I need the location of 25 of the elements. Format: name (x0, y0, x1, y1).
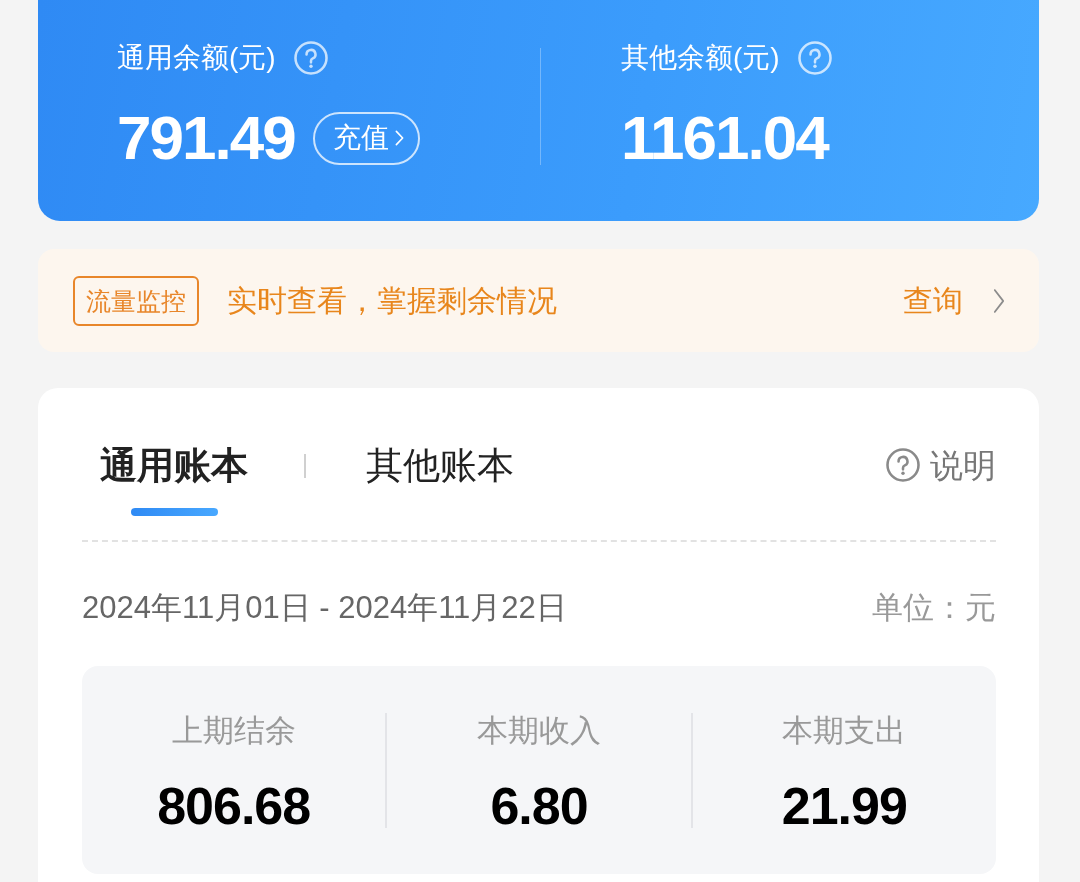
question-circle-icon (886, 448, 920, 482)
query-link[interactable]: 查询 (903, 278, 963, 323)
recharge-button[interactable]: 充值 (312, 111, 420, 165)
monitor-banner[interactable]: 流量监控 实时查看，掌握剩余情况 查询 (38, 249, 1039, 352)
help-link[interactable]: 说明 (886, 444, 996, 488)
stat-value: 21.99 (780, 777, 908, 835)
banner-message: 实时查看，掌握剩余情况 (227, 283, 557, 319)
question-circle-icon[interactable] (293, 41, 328, 75)
question-circle-icon[interactable] (797, 41, 832, 75)
stat-label: 本期支出 (781, 712, 908, 750)
stat-value: 6.80 (489, 777, 589, 835)
balance-label: 通用余额(元) (117, 41, 276, 75)
ledger-tab[interactable]: 其他账本 (348, 444, 532, 516)
stat-value: 806.68 (156, 777, 312, 835)
date-range: 2024年11月01日 - 2024年11月22日 (82, 589, 567, 627)
ledger-tab[interactable]: 通用账本 (82, 444, 266, 516)
monitor-tag: 流量监控 (73, 275, 199, 326)
balance-amount: 1161.04 (621, 108, 828, 168)
chevron-right-icon (993, 287, 1005, 314)
balance-amount: 791.49 (117, 108, 295, 168)
unit-label: 单位：元 (872, 589, 996, 627)
stat-label: 本期收入 (476, 712, 602, 750)
stat-label: 上期结余 (170, 712, 297, 750)
chevron-right-icon (394, 130, 404, 146)
balance-label: 其他余额(元) (621, 41, 780, 75)
